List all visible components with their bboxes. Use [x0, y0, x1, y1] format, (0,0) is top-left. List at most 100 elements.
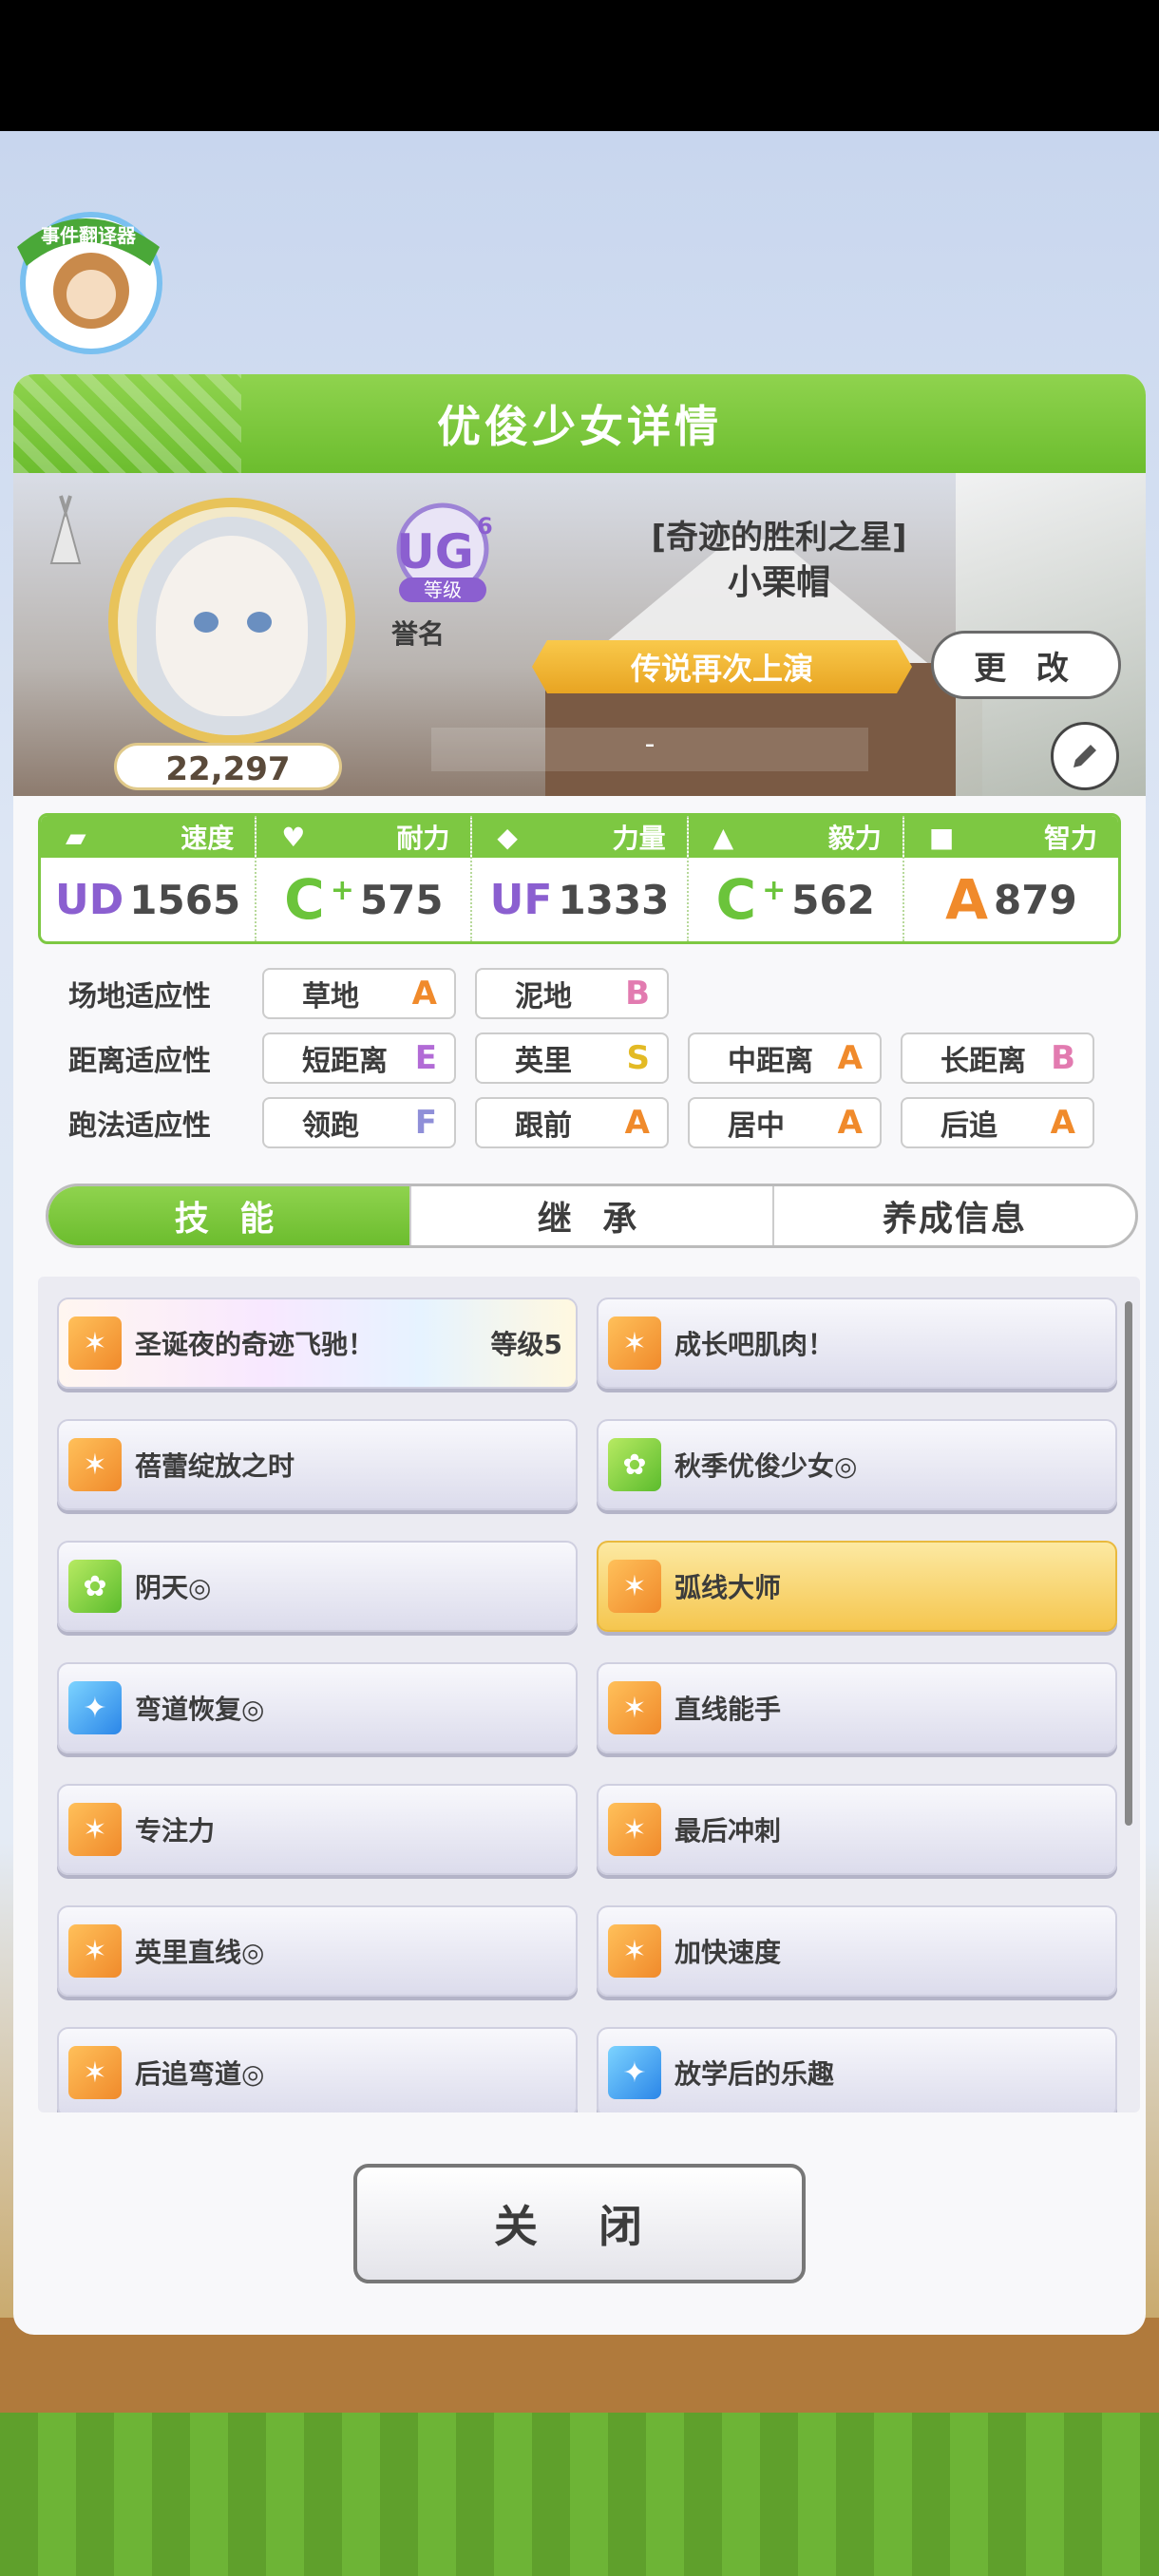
skill-item[interactable]: ✶ 后追弯道◎ [57, 2027, 578, 2112]
scrollbar[interactable] [1125, 1301, 1132, 1826]
aptitude-cell: 居中 A [688, 1097, 882, 1148]
aptitude-row-style: 跑法适应性 领跑 F 跟前 A 居中 A 后追 A [38, 1090, 1140, 1155]
profile-banner: 22,297 UG 6 等级 誉名 [奇迹的胜利之星] 小栗帽 传说再次上演 更… [13, 473, 1146, 796]
reputation-label: 誉名 [391, 618, 446, 650]
skill-item[interactable]: ✶ 弧线大师 [597, 1541, 1117, 1632]
heart-icon: ♥ [281, 821, 306, 853]
graduation-cap-icon: ■ [928, 821, 955, 853]
skill-icon: ✿ [608, 1438, 661, 1491]
aptitude-table: 场地适应性 草地 A 泥地 B 距离适应性 短距离 E 英里 S 中距离 A 长距离 B 跑… [38, 961, 1140, 1155]
detail-tabs: 技 能 继 承 养成信息 [46, 1184, 1138, 1248]
edit-button[interactable] [1051, 722, 1119, 790]
stat-grade: UD [55, 875, 124, 924]
stat-grade-plus: + [330, 873, 354, 907]
skill-name: 弧线大师 [674, 1572, 782, 1603]
flame-icon: ▲ [712, 821, 734, 853]
event-translator-badge[interactable]: 事件翻译器 [8, 199, 169, 361]
skill-item[interactable]: ✶ 蓓蕾绽放之时 [57, 1419, 578, 1510]
tab-training-info[interactable]: 养成信息 [774, 1186, 1135, 1245]
aptitude-cell: 中距离 A [688, 1032, 882, 1084]
skills-list: ✶ 圣诞夜的奇迹飞驰！ 等级5 ✶ 成长吧肌肉！ ✶ 蓓蕾绽放之时 ✿ 秋季优俊少女◎ ✿ 阴天◎ ✶… [38, 1277, 1140, 2112]
skill-icon: ✶ [608, 1924, 661, 1978]
stat-label: 力量 [612, 823, 666, 854]
skill-item[interactable]: ✶ 加快速度 [597, 1905, 1117, 1997]
skill-level: 等级5 [490, 1329, 562, 1360]
skill-icon: ✶ [68, 1803, 122, 1856]
skill-name: 最后冲刺 [674, 1815, 782, 1847]
stat-label: 速度 [180, 823, 235, 854]
aptitude-row-track: 场地适应性 草地 A 泥地 B [38, 961, 1140, 1026]
skill-icon: ✶ [68, 2046, 122, 2099]
skill-name: 专注力 [135, 1815, 216, 1847]
grass [0, 2413, 1159, 2576]
stat-power: ◆ 力量 UF 1333 [472, 816, 689, 941]
aptitude-cell: 英里 S [475, 1032, 669, 1084]
stat-grade: C [284, 867, 325, 932]
shoe-icon: ▰ [66, 821, 86, 853]
stats-panel: ▰ 速度 UD 1565 ♥ 耐力 C +575 ◆ 力量 UF 1333 ▲ 毅力 C +56… [38, 813, 1121, 944]
aptitude-cell: 领跑 F [262, 1097, 456, 1148]
skill-icon: ✶ [68, 1316, 122, 1370]
aptitude-label: 距离适应性 [68, 1045, 211, 1078]
skill-icon: ✶ [608, 1560, 661, 1613]
rank-badge-icon: UG 6 等级 [396, 502, 493, 602]
skill-name: 后追弯道◎ [135, 2058, 265, 2090]
skill-icon: ✶ [68, 1924, 122, 1978]
aptitude-cell: 泥地 B [475, 968, 669, 1019]
skill-item[interactable]: ✶ 英里直线◎ [57, 1905, 578, 1997]
stat-value: 1565 [129, 876, 241, 923]
rank-code: UG [396, 524, 474, 579]
character-portrait[interactable] [108, 498, 355, 745]
skill-name: 阴天◎ [135, 1572, 212, 1603]
skill-name: 弯道恢复◎ [135, 1694, 265, 1725]
aptitude-label: 跑法适应性 [68, 1109, 211, 1143]
aptitude-row-distance: 距离适应性 短距离 E 英里 S 中距离 A 长距离 B [38, 1026, 1140, 1090]
skill-icon: ✶ [608, 1803, 661, 1856]
skill-icon: ✶ [68, 1438, 122, 1491]
skill-item[interactable]: ✶ 圣诞夜的奇迹飞驰！ 等级5 [57, 1297, 578, 1389]
stat-value: 562 [791, 876, 875, 923]
stat-stamina: ♥ 耐力 C +575 [256, 816, 473, 941]
stat-value: 879 [994, 876, 1077, 923]
skill-icon: ✿ [68, 1560, 122, 1613]
skill-icon: ✦ [608, 2046, 661, 2099]
skill-name: 圣诞夜的奇迹飞驰！ [135, 1329, 375, 1360]
tab-inheritance[interactable]: 继 承 [411, 1186, 774, 1245]
skill-icon: ✶ [608, 1316, 661, 1370]
stat-grade: UF [489, 875, 553, 924]
skill-item[interactable]: ✶ 最后冲刺 [597, 1784, 1117, 1875]
character-name: 小栗帽 [727, 563, 830, 602]
stat-grade: A [945, 867, 989, 932]
skill-item[interactable]: ✿ 秋季优俊少女◎ [597, 1419, 1117, 1510]
tab-skills[interactable]: 技 能 [48, 1186, 411, 1245]
carrot-icon [49, 495, 82, 564]
skill-icon: ✶ [608, 1681, 661, 1734]
stat-wisdom: ■ 智力 A 879 [903, 816, 1118, 941]
character-detail-dialog: 优俊少女详情 22,297 UG 6 等级 誉名 [奇迹的胜利之星] 小栗帽 传… [13, 374, 1146, 2335]
skill-icon: ✦ [68, 1681, 122, 1734]
skill-name: 英里直线◎ [135, 1937, 265, 1968]
skill-name: 蓓蕾绽放之时 [135, 1450, 295, 1482]
skill-name: 直线能手 [674, 1694, 782, 1725]
stat-label: 智力 [1044, 823, 1098, 854]
skill-item[interactable]: ✶ 成长吧肌肉！ [597, 1297, 1117, 1389]
aptitude-cell: 跟前 A [475, 1097, 669, 1148]
close-button[interactable]: 关 闭 [353, 2164, 806, 2283]
skill-name: 加快速度 [674, 1937, 782, 1968]
rank-label: 等级 [424, 578, 462, 601]
skill-item[interactable]: ✶ 专注力 [57, 1784, 578, 1875]
skill-item[interactable]: ✶ 直线能手 [597, 1662, 1117, 1753]
stat-grade-plus: + [762, 873, 787, 907]
change-title-button[interactable]: 更 改 [931, 631, 1121, 699]
skill-item[interactable]: ✦ 弯道恢复◎ [57, 1662, 578, 1753]
badge-text: 事件翻译器 [41, 224, 137, 247]
skill-item[interactable]: ✦ 放学后的乐趣 [597, 2027, 1117, 2112]
muscle-icon: ◆ [497, 821, 518, 853]
dialog-title: 优俊少女详情 [437, 401, 722, 452]
aptitude-cell: 长距离 B [901, 1032, 1094, 1084]
stat-grade: C [715, 867, 757, 932]
stat-guts: ▲ 毅力 C +562 [688, 816, 904, 941]
dialog-header: 优俊少女详情 [13, 374, 1146, 473]
skill-item[interactable]: ✿ 阴天◎ [57, 1541, 578, 1632]
evaluation-score: 22,297 [114, 743, 342, 790]
